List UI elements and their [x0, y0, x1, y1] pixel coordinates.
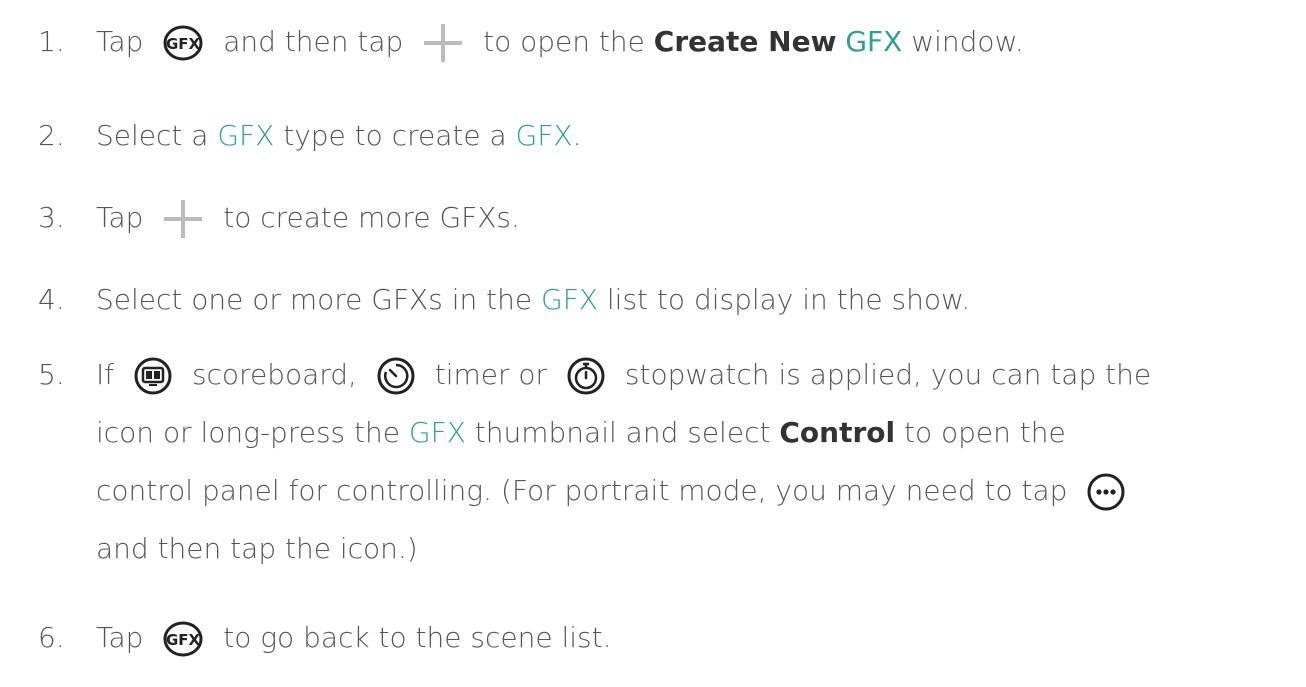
more-icon: [1086, 472, 1126, 512]
step-text: to open the: [904, 416, 1066, 449]
gfx-term: GFX: [217, 119, 275, 152]
step-3: 3. Tap to create more GFXs.: [38, 190, 1278, 246]
step-text: thumbnail and select: [474, 416, 771, 449]
gfx-term: GFX: [845, 25, 903, 58]
step-text: scoreboard,: [191, 358, 357, 391]
step-text: and then tap: [223, 25, 404, 58]
step-text: If: [96, 358, 115, 391]
gfx-term: GFX: [515, 119, 573, 152]
step-text: Tap: [96, 201, 144, 234]
step-text: window.: [911, 25, 1024, 58]
step-4: 4. Select one or more GFXs in the GFX li…: [38, 272, 1278, 328]
step-text: timer or: [434, 358, 548, 391]
step-6: 6. Tap GFX to go back to the scene list.: [38, 610, 1278, 666]
step-text: .: [572, 119, 582, 152]
svg-text:GFX: GFX: [166, 631, 201, 649]
step-text: control panel for controlling. (For port…: [96, 474, 1068, 507]
step-number: 5.: [38, 358, 65, 391]
instructions-page: { "steps": [ { "num": "1.", "parts": ["T…: [0, 0, 1306, 687]
step-text: list to display in the show.: [606, 283, 971, 316]
step-number: 3.: [38, 201, 65, 234]
step-text: to go back to the scene list.: [223, 621, 612, 654]
step-text: and then tap the icon.): [96, 532, 418, 565]
step-text: type to create a: [283, 119, 507, 152]
plus-icon: [422, 22, 464, 64]
step-number: 4.: [38, 283, 65, 316]
step-text: Tap: [96, 621, 144, 654]
control-term: Control: [779, 416, 896, 449]
step-number: 2.: [38, 119, 65, 152]
timer-icon: [376, 356, 416, 396]
step-text: to open the: [483, 25, 645, 58]
stopwatch-icon: [566, 356, 606, 396]
step-number: 1.: [38, 25, 65, 58]
svg-text:GFX: GFX: [166, 35, 201, 53]
plus-icon: [162, 198, 204, 240]
step-text: to create more GFXs.: [223, 201, 520, 234]
step-text: Select one or more GFXs in the: [96, 283, 533, 316]
step-number: 6.: [38, 621, 65, 654]
step-text: stopwatch is applied, you can tap the: [624, 358, 1152, 391]
step-1: 1. Tap GFX and then tap to open the Crea…: [38, 14, 1278, 70]
step-text: Select a: [96, 119, 209, 152]
gfx-icon: GFX: [162, 24, 204, 62]
step-text: Tap: [96, 25, 144, 58]
gfx-icon: GFX: [162, 620, 204, 658]
step-5: 5. If scoreboard, timer or stopwatch is …: [38, 346, 1278, 565]
step-text: icon or long-press the: [96, 416, 400, 449]
window-name: Create New: [653, 25, 837, 58]
scoreboard-icon: [133, 356, 173, 396]
gfx-term: GFX: [541, 283, 598, 316]
gfx-term: GFX: [408, 416, 466, 449]
step-2: 2. Select a GFX type to create a GFX.: [38, 108, 1278, 164]
